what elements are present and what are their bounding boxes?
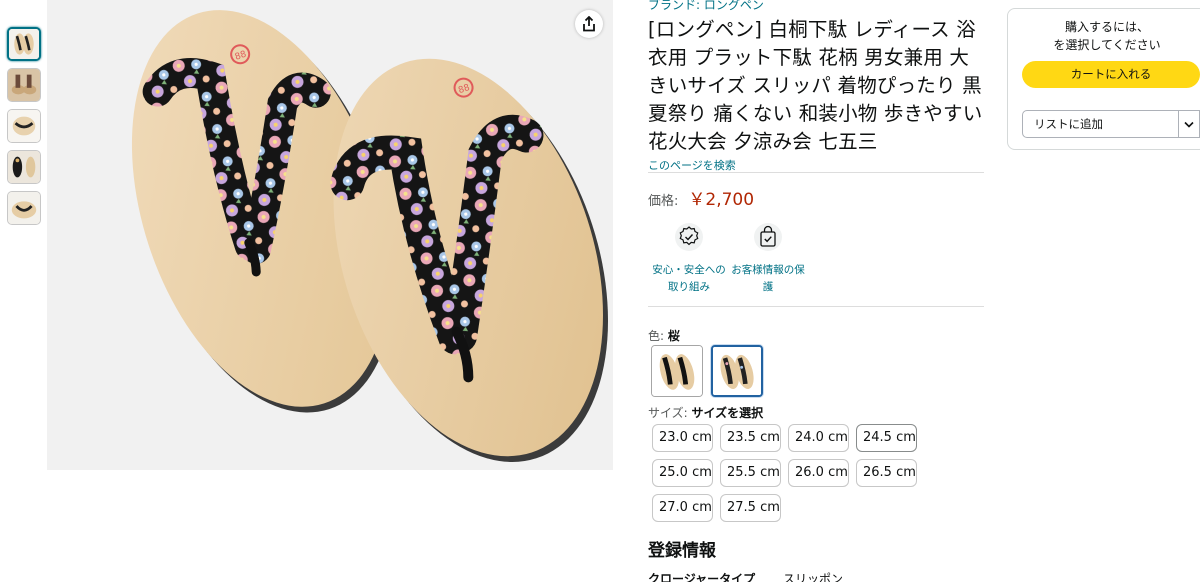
price-row: 価格: ￥2,700: [648, 185, 754, 210]
spec-row-closure: クロージャータイプ スリッポン: [648, 570, 843, 582]
share-icon: [583, 16, 595, 32]
registration-info-heading: 登録情報: [648, 541, 716, 561]
size-option[interactable]: 24.5 cm: [856, 424, 917, 452]
badge-safety-label: 安心・安全への取り組み: [652, 264, 726, 293]
privacy-bag-icon: [754, 223, 782, 251]
size-label: サイズ:: [648, 406, 688, 420]
thumbnail-3[interactable]: [7, 109, 41, 143]
divider: [648, 172, 984, 173]
size-option[interactable]: 26.0 cm: [788, 459, 849, 487]
size-option[interactable]: 26.5 cm: [856, 459, 917, 487]
buy-box-message-line2: を選択してください: [1053, 38, 1161, 52]
color-swatches: [651, 345, 763, 397]
badge-safety[interactable]: 安心・安全への取り組み: [648, 222, 730, 296]
price-value: ￥2,700: [688, 190, 755, 210]
size-option[interactable]: 25.5 cm: [720, 459, 781, 487]
size-selector-label: サイズ: サイズを選択: [648, 404, 763, 421]
thumbnail-2[interactable]: [7, 68, 41, 102]
color-label: 色:: [648, 329, 665, 343]
buy-box-message-line1: 購入するには、: [1064, 20, 1149, 34]
spec-value: スリッポン: [783, 572, 844, 582]
color-swatch-1[interactable]: [651, 345, 703, 397]
brand-link[interactable]: ブランド: ロングペン: [648, 0, 764, 13]
color-selector-label: 色: 桜: [648, 327, 680, 344]
trust-badges: 安心・安全への取り組み お客様情報の保護: [648, 222, 806, 296]
color-selected-value: 桜: [667, 329, 680, 343]
size-option[interactable]: 23.0 cm: [652, 424, 713, 452]
share-button[interactable]: [575, 10, 603, 38]
spec-key: クロージャータイプ: [648, 572, 756, 582]
thumbnail-5[interactable]: [7, 191, 41, 225]
safety-badge-icon: [675, 223, 703, 251]
chevron-down-icon: [1184, 121, 1194, 128]
product-title: [ロングペン] 白桐下駄 レディース 浴衣用 プラット下駄 花柄 男女兼用 大き…: [648, 18, 983, 153]
buy-box-message: 購入するには、 を選択してください: [1027, 18, 1187, 54]
add-to-cart-button[interactable]: カートに入れる: [1022, 61, 1200, 88]
main-product-image[interactable]: 88 88: [47, 0, 613, 470]
size-option[interactable]: 27.0 cm: [652, 494, 713, 522]
size-option[interactable]: 27.5 cm: [720, 494, 781, 522]
size-options: 23.0 cm 23.5 cm 24.0 cm 24.5 cm 25.0 cm …: [652, 424, 922, 522]
size-selected-value: サイズを選択: [691, 406, 764, 420]
size-option[interactable]: 23.5 cm: [720, 424, 781, 452]
thumbnail-list: [7, 27, 41, 232]
divider: [648, 306, 984, 307]
add-to-list-button[interactable]: リストに追加: [1022, 110, 1200, 138]
thumbnail-1[interactable]: [7, 27, 41, 61]
color-swatch-sakura[interactable]: [711, 345, 763, 397]
search-this-page-link[interactable]: このページを検索: [648, 157, 736, 173]
thumbnail-4[interactable]: [7, 150, 41, 184]
badge-privacy-label: お客様情報の保護: [731, 264, 805, 293]
badge-privacy[interactable]: お客様情報の保護: [730, 222, 806, 296]
size-option[interactable]: 25.0 cm: [652, 459, 713, 487]
size-option[interactable]: 24.0 cm: [788, 424, 849, 452]
geta-sandals-illustration: 88 88: [131, 10, 609, 462]
price-label: 価格:: [648, 194, 679, 209]
add-to-list-dropdown[interactable]: [1178, 110, 1200, 138]
